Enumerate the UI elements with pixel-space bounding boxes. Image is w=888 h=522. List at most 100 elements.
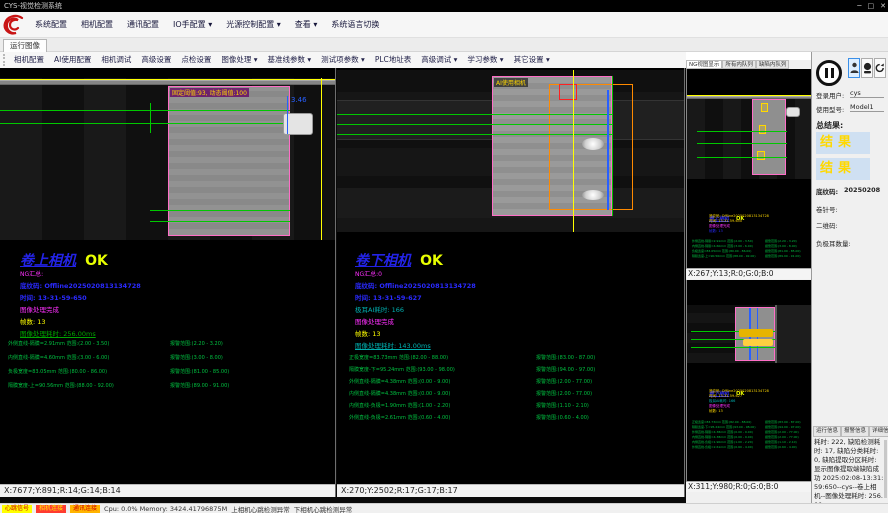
upper-camera-view: 3.46 固定阈值:93, 动态阈值:100 卷上相机 OK NG汇总: 底纹码… (0, 68, 336, 497)
measurement-value: 内侧直线-隔膜=4.60mm 范围:(3.00 - 6.00) (8, 354, 109, 361)
app-window: CYS-视觉检测系统 ─ □ ✕ 系统配置 相机配置 通讯配置 IO手配置 ▾ … (0, 0, 888, 522)
user-icon (850, 62, 859, 74)
process-done-line: 图像处理完成 (20, 304, 59, 314)
lower-camera-view: AI使用相机 卷下相机 OK NG汇总:0 底纹码: Offline202502… (337, 68, 685, 497)
ng-summary-label: NG汇总:0 (355, 269, 382, 278)
alarm-range-value: 报警范围:(94.00 - 97.00) (765, 425, 801, 429)
highlight-connector (739, 329, 773, 337)
maximize-icon[interactable]: □ (868, 0, 875, 12)
login-user-value[interactable]: cys (850, 89, 884, 98)
upper-camera-image[interactable]: 3.46 固定阈值:93, 动态阈值:100 (0, 78, 336, 240)
log-scrollbar[interactable] (884, 440, 887, 498)
alarm-line-horizontal (687, 95, 811, 96)
app-status-bar: 心跳信号 相机连接 通讯连接 Cpu: 0.0% Memory: 3424.41… (0, 503, 888, 513)
tool-plc-address[interactable]: PLC地址表 (370, 52, 416, 68)
alarm-range-value: 报警范围:(2.20 - 3.20) (170, 340, 223, 347)
tab-connector-part (786, 107, 800, 117)
menu-comm-config[interactable]: 通讯配置 (120, 12, 166, 38)
menu-io-config[interactable]: IO手配置 ▾ (166, 12, 219, 38)
tool-baseline-params[interactable]: 基准线参数 ▾ (263, 52, 317, 68)
edge-marker-line (287, 96, 288, 134)
tool-ai-config[interactable]: AI使用配置 (49, 52, 96, 68)
switch-user-button[interactable] (874, 58, 886, 78)
measurement-row: 外侧直线-隔膜=4.38mm 范围:(0.00 - 9.00) 报警范围:(2.… (349, 378, 679, 390)
frame-count-line: 帧数: 13 (709, 229, 723, 234)
pause-button[interactable] (816, 60, 842, 86)
tool-test-params[interactable]: 测试项参数 ▾ (316, 52, 370, 68)
tool-image-process[interactable]: 图像处理 ▾ (216, 52, 262, 68)
threshold-overlay-text: 固定阈值:93, 动态阈值:100 (170, 88, 249, 97)
tab-detail-info[interactable]: 详细信息 (869, 426, 888, 437)
reflection-highlight (582, 138, 604, 150)
menu-view[interactable]: 查看 ▾ (288, 12, 325, 38)
menu-bar: 系统配置 相机配置 通讯配置 IO手配置 ▾ 光源控制配置 ▾ 查看 ▾ 系统语… (0, 12, 888, 38)
measurement-row: 隔膜宽度-上=90.56mm 范围:(88.00 - 92.00) 报警范围:(… (8, 382, 336, 394)
user-button[interactable] (848, 58, 860, 78)
queue-lower-view: 卷下相机 OK 底纹码: Offline2025020813134728 时间:… (686, 280, 811, 481)
window-controls: ─ □ ✕ (857, 0, 886, 12)
log-tab-strip: 运行信息 报警信息 详细信息 (813, 426, 888, 437)
tool-advanced-settings[interactable]: 高级设置 (136, 52, 176, 68)
alarm-range-value: 报警范围:(89.00 - 91.00) (170, 382, 229, 389)
alarm-range-value: 报警范围:(94.00 - 97.00) (536, 366, 595, 373)
minimize-icon[interactable]: ─ (857, 0, 861, 12)
result-box-lower: 结果 (816, 158, 870, 180)
tool-other-settings[interactable]: 其它设置 ▾ (509, 52, 555, 68)
measure-line-vertical (150, 103, 151, 133)
tool-learn-params[interactable]: 学习参数 ▾ (462, 52, 508, 68)
upper-camera-name: 卷上相机 (20, 253, 76, 269)
alarm-range-value: 报警范围:(2.00 - 77.00) (536, 378, 592, 385)
alarm-range-value: 报警范围:(0.60 - 4.00) (536, 414, 589, 421)
measurement-value: 正极宽度=83.73mm 范围:(82.00 - 88.00) (349, 354, 448, 361)
tab-ng-view[interactable]: NG视图显示 (686, 60, 722, 69)
process-time-line: 图像处理耗时: 256.00ms (20, 328, 96, 338)
queue-lower-image[interactable] (687, 305, 811, 363)
alarm-range-value: 报警范围:(81.00 - 85.00) (765, 249, 801, 253)
menu-system-config[interactable]: 系统配置 (28, 12, 74, 38)
close-icon[interactable]: ✕ (880, 0, 886, 12)
queue-upper-image[interactable] (687, 95, 811, 179)
tool-camera-debug[interactable]: 相机调试 (96, 52, 136, 68)
tab-alarm-info[interactable]: 报警信息 (841, 426, 869, 437)
defect-box (559, 84, 577, 100)
measurement-row: 内侧直线-隔膜=4.60mm 范围:(3.00 - 6.00) 报警范围:(3.… (8, 354, 336, 366)
toolbar: 相机配置 AI使用配置 相机调试 高级设置 点检设置 图像处理 ▾ 基准线参数 … (0, 52, 686, 68)
measurement-value: 隔膜宽度-上=90.56mm 范围:(88.00 - 92.00) (692, 254, 756, 258)
measure-line-2 (337, 124, 612, 125)
queue-tab-strip: NG视图显示 所有内队列 缺陷内队列 (686, 60, 811, 69)
result-box-upper: 结果 (816, 132, 870, 154)
app-logo-icon (2, 14, 28, 36)
alarm-range-value: 报警范围:(2.00 - 77.00) (536, 390, 592, 397)
measurement-value: 内侧直线-负极=1.90mm 范围:(1.00 - 2.20) (692, 440, 753, 444)
alarm-range-value: 报警范围:(1.10 - 2.10) (536, 402, 589, 409)
measurement-row: 正极宽度=83.73mm 范围:(82.00 - 88.00) 报警范围:(83… (349, 354, 679, 366)
tool-spot-check[interactable]: 点检设置 (176, 52, 216, 68)
menu-camera-config[interactable]: 相机配置 (74, 12, 120, 38)
control-panel: 登录用户: cys 使用型号: Model1 总结果: 结果 结果 底纹码: 2… (811, 52, 888, 503)
menu-light-config[interactable]: 光源控制配置 ▾ (219, 12, 288, 38)
lower-camera-image[interactable]: AI使用相机 (337, 70, 685, 232)
tab-run-info[interactable]: 运行信息 (813, 426, 841, 437)
model-value[interactable]: Model1 (850, 103, 884, 112)
defect-marker (757, 151, 765, 160)
cell-region (752, 99, 786, 175)
tool-camera-config[interactable]: 相机配置 (9, 52, 49, 68)
operator-button[interactable] (861, 58, 873, 78)
process-time-line: 图像处理耗时: 143.00ms (355, 340, 431, 350)
tab-run-image[interactable]: 运行图像 (3, 39, 47, 52)
alarm-range-value: 报警范围:(2.00 - 77.00) (765, 435, 799, 439)
machine-dark-region (775, 305, 811, 363)
boundary-line-vertical (321, 78, 322, 240)
top-rail-region (0, 80, 336, 85)
tab-all-queue[interactable]: 所有内队列 (722, 60, 756, 69)
operator-icon (863, 62, 872, 74)
menu-language-switch[interactable]: 系统语言切换 (324, 12, 386, 38)
alarm-line-horizontal (0, 79, 336, 80)
barcode-line: 底纹码: Offline2025020813134728 (20, 280, 141, 290)
tool-advanced-debug[interactable]: 高级调试 ▾ (416, 52, 462, 68)
pixel-readout-bar: X:270;Y:2502;R:17;G:17;B:17 (337, 484, 685, 497)
measure-line-1 (337, 114, 612, 115)
tab-defect-queue[interactable]: 缺陷内队列 (756, 60, 790, 69)
measurement-value: 外侧直线-隔膜=2.91mm 范围:(2.00 - 3.50) (8, 340, 109, 347)
measure-line (697, 157, 787, 158)
